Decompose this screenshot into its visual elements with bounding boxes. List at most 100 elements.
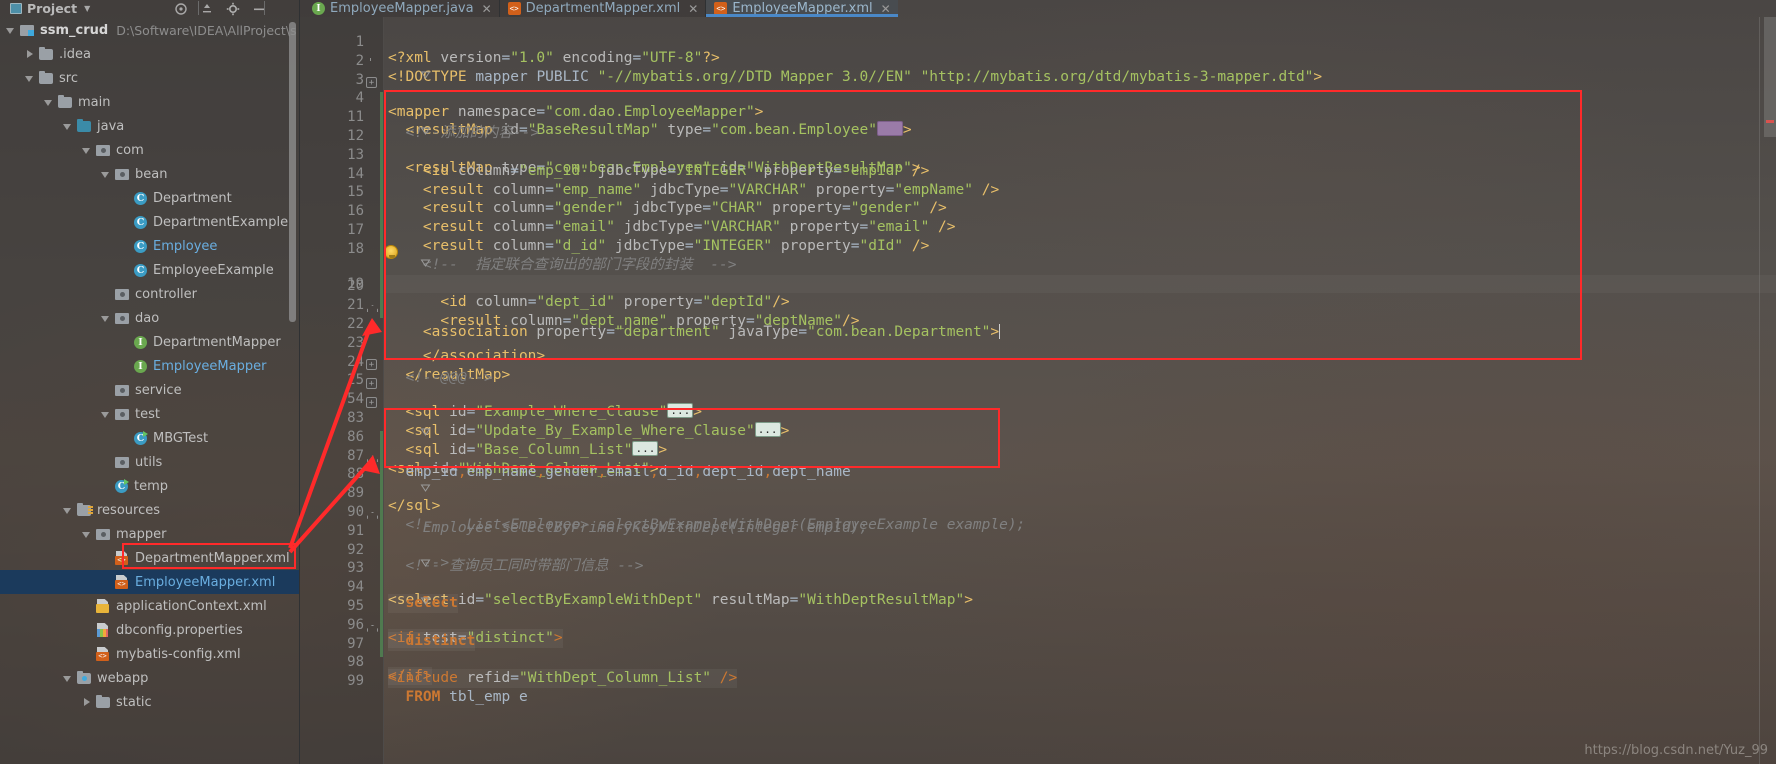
tree-node-dao[interactable]: dao [0,306,300,330]
tree-node-main[interactable]: main [0,90,300,114]
chevron-down-icon[interactable] [25,73,36,84]
intention-bulb-icon[interactable] [384,244,398,259]
fold-marker-collapse[interactable] [366,585,431,605]
code-line-current: 19 <association property="department" ja… [300,243,1776,340]
tab-employee-mapper-java[interactable]: I EmployeeMapper.java ✕ [304,0,499,17]
tree-node-service[interactable]: service [0,378,300,402]
tree-node-application-context-xml[interactable]: applicationContext.xml [0,594,300,618]
watermark-text: https://blog.csdn.net/Yuz_99 [1584,743,1768,758]
project-pane-scrollbar[interactable] [289,22,296,322]
tree-node-root[interactable]: ssm_crud D:\Software\IDEA\AllProject\s [0,18,300,42]
fold-marker-collapse[interactable] [366,416,431,436]
tree-node-employee-mapper-xml[interactable]: EmployeeMapper.xml [0,570,300,594]
fold-marker-end[interactable] [366,510,377,521]
close-icon[interactable]: ✕ [881,2,891,16]
collapse-all-icon[interactable] [200,1,214,15]
code-editor[interactable]: 1 <?xml version="1.0" encoding="UTF-8"?>… [300,17,1776,764]
folder-package-icon [115,311,130,325]
fold-marker[interactable] [366,57,431,79]
tree-node-src[interactable]: src [0,66,300,90]
fold-marker-collapse[interactable] [366,247,431,267]
gear-icon[interactable] [226,1,240,16]
chevron-right-icon[interactable] [25,49,36,60]
chevron-down-icon[interactable] [63,673,74,684]
tree-node-webapp[interactable]: webapp [0,666,300,690]
chevron-down-icon[interactable] [82,529,93,540]
tree-node-controller[interactable]: controller [0,282,300,306]
chevron-down-icon[interactable] [63,505,74,516]
chevron-down-icon[interactable] [44,97,55,108]
folder-package-icon [115,167,130,181]
line-number: 99 [347,673,364,690]
chevron-down-icon[interactable] [101,313,112,324]
code-line: 1 <?xml version="1.0" encoding="UTF-8"?> [300,17,1776,66]
tree-node-java[interactable]: java [0,114,300,138]
tree-node-department-example[interactable]: C DepartmentExample [0,210,300,234]
project-pane-toolbar[interactable] [174,0,300,16]
fold-marker-end[interactable] [366,453,377,464]
code-line: 16 <result column="email" jdbcType="VARC… [300,186,1776,235]
line-content: FROM tbl_emp e [405,689,528,706]
chevron-down-icon[interactable] [101,169,112,180]
chevron-down-icon[interactable] [63,121,74,132]
error-stripe-marker[interactable] [1766,120,1774,123]
fold-marker-collapse[interactable] [366,115,431,135]
fold-marker-expand[interactable]: + [366,77,377,89]
tree-node-mybatis-config-xml[interactable]: mybatis-config.xml [0,642,300,666]
project-tree[interactable]: ssm_crud D:\Software\IDEA\AllProject\s .… [0,18,300,764]
tree-node-bean[interactable]: bean [0,162,300,186]
tree-node-dbconfig-properties[interactable]: dbconfig.properties [0,618,300,642]
close-icon[interactable]: ✕ [482,2,492,16]
tab-employee-mapper-xml[interactable]: <> EmployeeMapper.xml ✕ [706,0,899,17]
code-line: 98 <include refid="WithDept_Column_List"… [300,637,1776,689]
tree-node-test[interactable]: test [0,402,300,426]
tree-node-employee-example[interactable]: C EmployeeExample [0,258,300,282]
tree-node-department-mapper[interactable]: I DepartmentMapper [0,330,300,354]
fold-marker-collapse[interactable] [366,547,431,568]
chevron-down-icon[interactable] [82,145,93,156]
tree-node-employee[interactable]: C Employee [0,234,300,258]
tree-node-label: test [135,406,160,422]
chevron-down-icon[interactable] [101,409,112,420]
properties-file-icon [96,623,111,637]
fold-marker-end[interactable] [366,623,377,634]
tree-node-mbgtest[interactable]: C MBGTest [0,426,300,450]
fold-marker-expand[interactable]: + [366,397,377,408]
fold-marker-expand[interactable]: + [366,359,377,371]
fold-marker-expand[interactable]: + [366,378,377,390]
chevron-right-icon[interactable] [82,697,93,708]
tree-node-label: java [97,118,125,134]
tree-node-label: applicationContext.xml [116,598,267,614]
tree-node-department-mapper-xml[interactable]: DepartmentMapper.xml [0,546,300,570]
tree-node-employee-mapper[interactable]: I EmployeeMapper [0,354,300,378]
tree-node-temp[interactable]: C temp [0,474,300,498]
tab-department-mapper-xml[interactable]: <> DepartmentMapper.xml ✕ [499,0,706,17]
ide-window: Project ▼ ssm_crud D:\Software\IDEA\AllP… [0,0,1776,764]
close-icon[interactable]: ✕ [688,2,698,16]
tree-node-mapper-folder[interactable]: mapper [0,522,300,546]
tree-node-utils[interactable]: utils [0,450,300,474]
code-line: 14 <result column="emp_name" jdbcType="V… [300,149,1776,198]
editor-scrollbar[interactable] [1764,17,1776,137]
fold-marker-end[interactable] [366,303,377,314]
chevron-down-icon[interactable]: ▼ [84,4,90,13]
fold-marker-end[interactable] [366,322,377,333]
fold-marker-collapse[interactable] [366,472,431,493]
tree-node-label: Employee [153,238,218,254]
tree-node-department[interactable]: C Department [0,186,300,210]
project-icon [10,2,22,14]
tree-node-com[interactable]: com [0,138,300,162]
interface-icon: I [312,2,325,15]
tree-node-static[interactable]: static [0,690,300,714]
chevron-down-icon[interactable] [6,25,17,36]
target-icon[interactable] [174,1,188,15]
code-line: 20 <id column="dept_id" property="deptId… [300,261,1776,310]
tree-node-resources[interactable]: resources [0,498,300,522]
tree-node-idea[interactable]: .idea [0,42,300,66]
tree-node-label: temp [134,478,169,494]
